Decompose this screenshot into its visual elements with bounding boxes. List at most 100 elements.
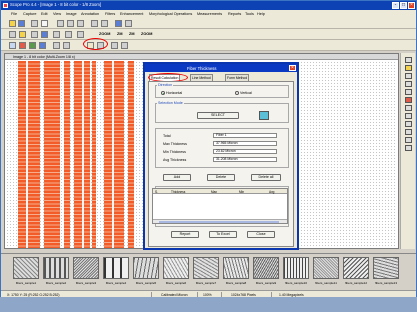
cut-icon[interactable] — [57, 20, 64, 27]
camera-icon[interactable] — [125, 20, 132, 27]
list-header-thickness[interactable]: Thickness — [171, 190, 185, 194]
list-header-max[interactable]: Max — [211, 190, 217, 194]
thumbnail[interactable] — [313, 257, 339, 279]
open-icon[interactable] — [9, 20, 16, 27]
thumbnail[interactable] — [163, 257, 189, 279]
list-scrollbar[interactable] — [153, 219, 287, 223]
selection-group-label: Selection Mode — [157, 101, 184, 105]
menu-help[interactable]: Help — [257, 12, 265, 16]
color-swatch[interactable] — [259, 111, 269, 120]
thumbnail[interactable] — [283, 257, 309, 279]
list-header-avg[interactable]: Avg — [269, 190, 274, 194]
maximize-icon[interactable]: □ — [400, 2, 407, 9]
dialog-close-icon[interactable]: × — [289, 65, 296, 71]
monitor-icon[interactable] — [41, 31, 48, 38]
menu-annotation[interactable]: Annotation — [81, 12, 99, 16]
thumbnail[interactable] — [223, 257, 249, 279]
new-icon[interactable] — [41, 20, 48, 27]
menu-tools[interactable]: Tools — [245, 12, 254, 16]
invert-icon[interactable] — [63, 42, 70, 49]
zoom-label-1[interactable]: ZOOM — [99, 32, 110, 36]
menu-measurements[interactable]: Measurements — [197, 12, 222, 16]
thumbnail[interactable] — [343, 257, 369, 279]
menu-enhancement[interactable]: Enhancement — [120, 12, 143, 16]
menu-image[interactable]: Image — [66, 12, 77, 16]
list-header-min[interactable]: Min — [239, 190, 244, 194]
zoom-label-4[interactable]: ZOOM — [141, 32, 152, 36]
count-icon[interactable] — [111, 42, 118, 49]
polygon-tool-icon[interactable] — [405, 105, 412, 111]
zoom-label-2[interactable]: ZM — [117, 32, 122, 36]
menu-morphological[interactable]: Morphological Operations — [149, 12, 192, 16]
menu-reports[interactable]: Reports — [228, 12, 241, 16]
thumbnail[interactable] — [193, 257, 219, 279]
grid-icon[interactable] — [31, 31, 38, 38]
add-button[interactable]: Add — [163, 174, 191, 181]
blue-channel-icon[interactable] — [39, 42, 46, 49]
document-titlebar[interactable]: Image 1 - 8 bit color (Multi-Zoom 1/8 x) — [5, 54, 398, 60]
ellipse-tool-icon[interactable] — [405, 89, 412, 95]
window-titlebar[interactable]: Scope Pro 4.4 - [Image 1 - 8 bit color -… — [1, 1, 416, 10]
gray-icon[interactable] — [53, 42, 60, 49]
thumbnail[interactable] — [13, 257, 39, 279]
close-icon[interactable]: × — [408, 2, 415, 9]
radio-horizontal[interactable] — [161, 91, 165, 95]
histogram-icon[interactable] — [121, 42, 128, 49]
paste-icon[interactable] — [77, 20, 84, 27]
zoom-label-3[interactable]: ZM — [129, 32, 134, 36]
delete-button[interactable]: Delete — [207, 174, 235, 181]
fit-icon[interactable] — [77, 31, 84, 38]
pointer-tool-icon[interactable] — [405, 57, 412, 63]
arrow-tool-icon[interactable] — [405, 137, 412, 143]
arc-tool-icon[interactable] — [405, 129, 412, 135]
line-tool-icon[interactable] — [405, 73, 412, 79]
report-button[interactable]: Report — [171, 231, 199, 238]
measurement-list[interactable]: S. Thickness Max Min Avg — [152, 188, 288, 224]
to-excel-button[interactable]: To Excel — [209, 231, 237, 238]
toolbar-view: ZOOM ZM ZM ZOOM — [1, 29, 416, 40]
pencil-tool-icon[interactable] — [405, 65, 412, 71]
green-channel-icon[interactable] — [29, 42, 36, 49]
redo-icon[interactable] — [101, 20, 108, 27]
brush-tool-icon[interactable] — [405, 97, 412, 103]
list-scrollbar-thumb[interactable] — [159, 220, 279, 223]
copy-icon[interactable] — [67, 20, 74, 27]
menu-view[interactable]: View — [53, 12, 61, 16]
print-icon[interactable] — [31, 20, 38, 27]
thumbnail[interactable] — [43, 257, 69, 279]
menu-capture[interactable]: Capture — [23, 12, 37, 16]
list-header-sno[interactable]: S. — [155, 190, 158, 194]
minimize-icon[interactable]: - — [392, 2, 399, 9]
menu-filters[interactable]: Filters — [105, 12, 115, 16]
radio-vertical[interactable] — [235, 91, 239, 95]
red-channel-icon[interactable] — [19, 42, 26, 49]
delete-all-button[interactable]: Delete all — [251, 174, 281, 181]
save-icon[interactable] — [18, 20, 25, 27]
thumbnail[interactable] — [103, 257, 129, 279]
select-button[interactable]: SELECT — [197, 112, 239, 119]
rect-tool-icon[interactable] — [405, 81, 412, 87]
window-title: Scope Pro 4.4 - [Image 1 - 8 bit color -… — [10, 2, 102, 7]
thumbnail[interactable] — [373, 257, 399, 279]
menu-file[interactable]: File — [11, 12, 17, 16]
window-icon[interactable] — [53, 31, 60, 38]
undo-icon[interactable] — [91, 20, 98, 27]
menu-edit[interactable]: Edit — [41, 12, 48, 16]
capture-icon[interactable] — [115, 20, 122, 27]
tab-form-method[interactable]: Form Method — [225, 74, 250, 81]
thumbnail[interactable] — [253, 257, 279, 279]
angle-tool-icon[interactable] — [405, 121, 412, 127]
erase-tool-icon[interactable] — [405, 145, 412, 151]
thumbnail[interactable] — [73, 257, 99, 279]
select-tool-icon[interactable] — [9, 42, 16, 49]
tile-icon[interactable] — [65, 31, 72, 38]
dialog-titlebar[interactable]: Fiber Thickness × — [145, 64, 297, 72]
grab-icon[interactable] — [9, 31, 16, 38]
folder-icon[interactable] — [19, 31, 26, 38]
tab-line-method[interactable]: Line Method — [190, 74, 213, 81]
thumbnail[interactable] — [133, 257, 159, 279]
thumbnail-caption: fibers_sample3 — [75, 281, 97, 285]
thumbnail-caption: fibers_sample13 — [374, 281, 397, 285]
text-tool-icon[interactable] — [405, 113, 412, 119]
close-button[interactable]: Close — [247, 231, 275, 238]
